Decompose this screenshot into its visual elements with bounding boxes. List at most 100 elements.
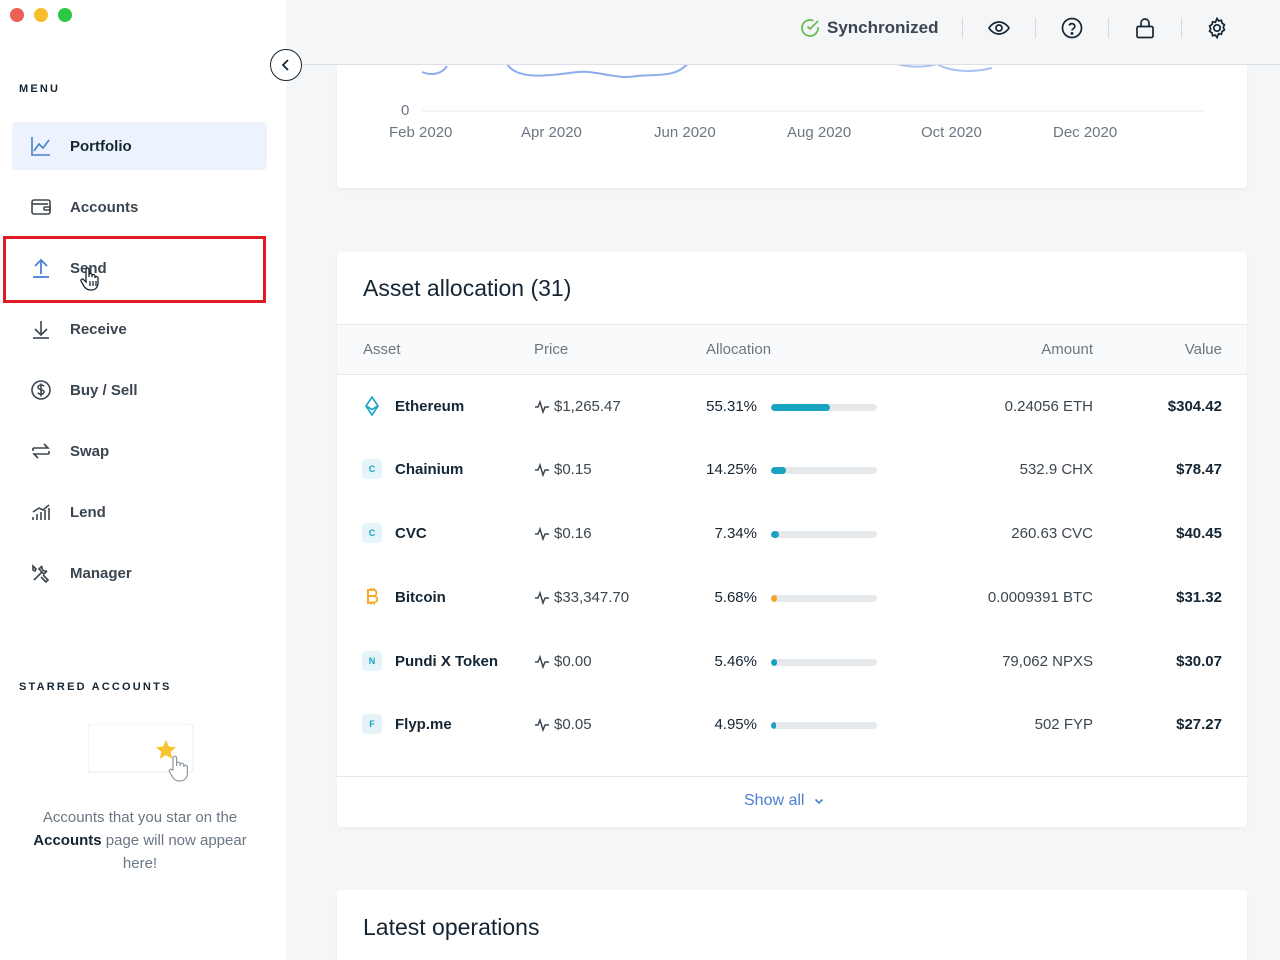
allocation-percent: 14.25% bbox=[706, 461, 757, 478]
allocation-bar-fill bbox=[771, 404, 830, 411]
swap-arrows-icon bbox=[30, 440, 52, 462]
x-tick-label: Oct 2020 bbox=[921, 124, 982, 141]
sidebar-item-receive[interactable]: Receive bbox=[12, 305, 267, 353]
starred-accounts-illustration bbox=[87, 723, 208, 786]
latest-operations-card: Latest operations bbox=[337, 890, 1247, 960]
table-row[interactable]: F Flyp.me $0.05 4.95% 502 FYP $27.27 bbox=[337, 694, 1247, 757]
sidebar-item-lend[interactable]: Lend bbox=[12, 488, 267, 536]
bitcoin-icon bbox=[362, 587, 382, 607]
chart-line-icon bbox=[30, 135, 52, 157]
table-row[interactable]: Bitcoin $33,347.70 5.68% 0.0009391 BTC $… bbox=[337, 567, 1247, 630]
asset-amount: 0.0009391 BTC bbox=[987, 589, 1093, 606]
sidebar-item-buy-sell[interactable]: Buy / Sell bbox=[12, 366, 267, 414]
asset-price-value: $33,347.70 bbox=[554, 589, 630, 606]
chainium-badge-icon: C bbox=[362, 459, 382, 479]
collapse-sidebar-button[interactable] bbox=[270, 49, 302, 81]
allocation-percent: 5.46% bbox=[714, 653, 757, 670]
asset-amount: 532.9 CHX bbox=[1019, 461, 1093, 478]
allocation-bar bbox=[771, 404, 877, 411]
check-circle-icon bbox=[801, 19, 819, 37]
menu-label: MENU bbox=[19, 83, 61, 95]
allocation-bar-fill bbox=[771, 467, 787, 474]
starred-accounts-empty-text: Accounts that you star on the Accounts p… bbox=[18, 806, 262, 875]
table-row[interactable]: C Chainium $0.15 14.25% 532.9 CHX $78.47 bbox=[337, 439, 1247, 502]
table-row[interactable]: C CVC $0.16 7.34% 260.63 CVC $40.45 bbox=[337, 503, 1247, 566]
divider bbox=[962, 18, 963, 38]
asset-allocation-title: Asset allocation (31) bbox=[363, 275, 572, 301]
show-all-label: Show all bbox=[744, 792, 805, 809]
asset-price-value: $0.15 bbox=[554, 461, 592, 478]
column-header-amount[interactable]: Amount bbox=[1041, 341, 1093, 358]
asset-allocation-card: Asset allocation (31) Asset Price Alloca… bbox=[337, 252, 1247, 827]
allocation-percent: 7.34% bbox=[714, 525, 757, 542]
sidebar-item-label: Accounts bbox=[70, 198, 139, 216]
allocation-bar bbox=[771, 722, 877, 729]
asset-value: $30.07 bbox=[1176, 653, 1222, 670]
asset-price: $1,265.47 bbox=[534, 398, 621, 415]
show-all-button[interactable]: Show all bbox=[744, 792, 824, 810]
sidebar-nav: Portfolio Accounts Send Receive Buy / Se… bbox=[12, 122, 267, 610]
table-row[interactable]: N Pundi X Token $0.00 5.46% 79,062 NPXS … bbox=[337, 631, 1247, 694]
column-header-asset[interactable]: Asset bbox=[363, 341, 401, 358]
asset-price: $0.00 bbox=[534, 653, 592, 670]
sidebar-item-label: Receive bbox=[70, 320, 127, 338]
column-header-allocation[interactable]: Allocation bbox=[706, 341, 771, 358]
starred-accounts-label: STARRED ACCOUNTS bbox=[19, 681, 172, 693]
minimize-window-button[interactable] bbox=[34, 8, 48, 22]
activity-icon bbox=[535, 590, 549, 605]
asset-name: Pundi X Token bbox=[395, 653, 499, 670]
allocation-bar bbox=[771, 467, 877, 474]
y-tick-label: 0 bbox=[401, 102, 410, 119]
chart-line-segment bbox=[421, 65, 448, 75]
asset-price: $0.05 bbox=[534, 716, 592, 733]
hand-pointer-icon bbox=[79, 266, 101, 297]
asset-name: Bitcoin bbox=[395, 589, 446, 606]
maximize-window-button[interactable] bbox=[58, 8, 72, 22]
flyp-badge-icon: F bbox=[362, 714, 382, 734]
cvc-badge-icon: C bbox=[362, 523, 382, 543]
asset-price-value: $1,265.47 bbox=[554, 398, 621, 415]
latest-operations-title: Latest operations bbox=[363, 914, 540, 940]
allocation-bar bbox=[771, 531, 877, 538]
top-bar: Synchronized bbox=[286, 0, 1280, 65]
sidebar-item-label: Swap bbox=[70, 442, 110, 460]
allocation-bar bbox=[771, 659, 877, 666]
badge-letter: C bbox=[362, 459, 382, 479]
help-icon[interactable] bbox=[1059, 15, 1085, 41]
column-header-value[interactable]: Value bbox=[1185, 341, 1222, 358]
asset-value: $40.45 bbox=[1176, 525, 1222, 542]
activity-icon bbox=[535, 654, 549, 669]
table-row[interactable]: Ethereum $1,265.47 55.31% 0.24056 ETH $3… bbox=[337, 376, 1247, 439]
x-tick-label: Aug 2020 bbox=[787, 124, 852, 141]
starred-text-line: Accounts that you star on the bbox=[42, 809, 238, 826]
ethereum-icon bbox=[362, 396, 382, 416]
sidebar-item-portfolio[interactable]: Portfolio bbox=[12, 122, 267, 170]
asset-value: $27.27 bbox=[1176, 716, 1222, 733]
sidebar-item-swap[interactable]: Swap bbox=[12, 427, 267, 475]
table-header: Asset Price Allocation Amount Value bbox=[337, 324, 1247, 375]
window-controls bbox=[10, 8, 72, 22]
allocation-percent: 5.68% bbox=[714, 589, 757, 606]
sidebar-item-send[interactable]: Send bbox=[12, 244, 267, 292]
eye-icon[interactable] bbox=[986, 15, 1012, 41]
starred-text-bold: Accounts bbox=[33, 832, 102, 849]
settings-icon[interactable] bbox=[1204, 15, 1230, 41]
close-window-button[interactable] bbox=[10, 8, 24, 22]
sidebar: MENU Portfolio Accounts Send Receive bbox=[0, 0, 286, 960]
sidebar-item-manager[interactable]: Manager bbox=[12, 549, 267, 597]
asset-amount: 79,062 NPXS bbox=[1002, 653, 1093, 670]
asset-name: CVC bbox=[395, 525, 427, 542]
allocation-bar-fill bbox=[771, 531, 779, 538]
sync-status[interactable]: Synchronized bbox=[799, 17, 938, 39]
x-tick-label: Apr 2020 bbox=[521, 124, 582, 141]
asset-name: Chainium bbox=[395, 461, 464, 478]
allocation-percent: 4.95% bbox=[714, 716, 757, 733]
sidebar-item-label: Portfolio bbox=[70, 137, 132, 155]
column-header-price[interactable]: Price bbox=[534, 341, 568, 358]
asset-price-value: $0.16 bbox=[554, 525, 592, 542]
asset-name: Flyp.me bbox=[395, 716, 452, 733]
sidebar-item-accounts[interactable]: Accounts bbox=[12, 183, 267, 231]
starred-text-line: page will now appear here! bbox=[105, 832, 247, 872]
arrow-up-icon bbox=[30, 257, 52, 279]
lock-icon[interactable] bbox=[1132, 15, 1158, 41]
